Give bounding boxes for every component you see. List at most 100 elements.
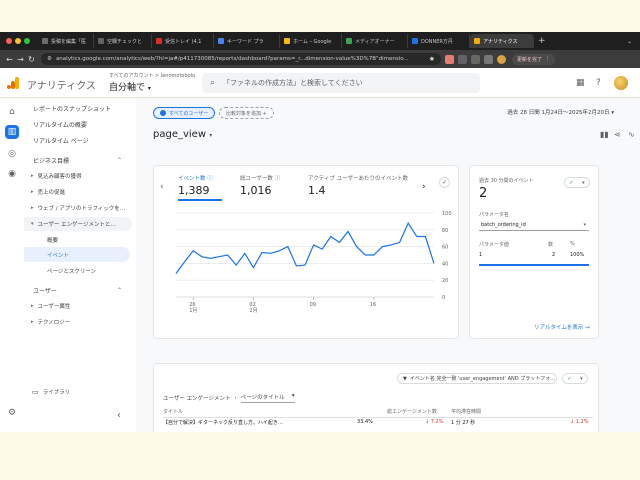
caret-down-icon: ▾ (31, 221, 34, 227)
apps-grid-icon[interactable]: ▦ (576, 78, 585, 88)
help-icon[interactable]: ? (596, 78, 601, 88)
report-nav: レポートのスナップショット リアルタイムの概要 リアルタイム ページ ビジネス目… (24, 99, 136, 432)
col-title[interactable]: タイトル (163, 408, 183, 415)
browser-tab[interactable]: ホーム – Google (280, 34, 342, 48)
nav-child-events[interactable]: イベント (24, 247, 130, 262)
settings-gear-icon[interactable]: ⚙ (5, 406, 19, 420)
share-icon[interactable]: ⋖ (614, 130, 621, 139)
segment-chip[interactable]: すべてのユーザー (153, 107, 216, 119)
minimize-window-button[interactable] (15, 38, 21, 44)
browser-tab[interactable]: メディアオーナー (342, 34, 408, 48)
y-tick-label: 80 (442, 228, 448, 234)
browser-tab[interactable]: 空欄チェックと (94, 34, 152, 48)
row-avg: 1 分 27 秒 (451, 420, 476, 426)
tab-search-icon[interactable]: ⌄ (627, 38, 632, 45)
chevron-down-icon: ▾ (147, 85, 151, 92)
col-avg-time[interactable]: 平均滞在時間 (451, 408, 481, 415)
reload-icon[interactable]: ↻ (26, 55, 37, 64)
home-icon[interactable]: ⌂ (5, 105, 19, 119)
realtime-card: 過去 30 分間のイベント 2 ✓ ▾ パラメータ名 batch_ordering… (469, 165, 599, 339)
bookmark-star-icon[interactable]: ★ (429, 55, 435, 63)
reports-icon[interactable]: ▥ (5, 125, 19, 139)
nav-section-label: ビジネス目標 (33, 157, 70, 165)
forward-icon[interactable]: → (15, 55, 26, 64)
tab-favicon-icon (218, 38, 224, 44)
filter-text: イベント名 完全一致 'user_engagement' AND プラットフォ… (409, 376, 556, 382)
extension-icon[interactable] (445, 54, 454, 64)
nav-snapshot[interactable]: レポートのスナップショット (33, 104, 111, 113)
nav-section-business[interactable]: ビジネス目標 ⌃ (24, 153, 132, 167)
analytics-logo-icon[interactable] (6, 76, 20, 90)
avatar[interactable] (614, 76, 628, 90)
search-input[interactable]: ⌕ 「ファネルの作成方法」と検索してください (202, 73, 480, 93)
sidepanel-icon[interactable] (484, 54, 493, 64)
collapse-nav-button[interactable]: ‹ (117, 410, 121, 421)
dimension-2-select[interactable]: ページのタイトル ▾ (240, 393, 295, 403)
nav-item-leads[interactable]: ▸ 見込み顧客の獲得 (24, 169, 132, 183)
table-check-badge[interactable]: ✓ ▾ (562, 373, 588, 384)
back-icon[interactable]: ← (4, 55, 15, 64)
nav-item-engagement[interactable]: ▾ ユーザー エンゲージメントと… (24, 217, 132, 231)
nav-section-users[interactable]: ユーザー ⌃ (24, 283, 132, 297)
nav-item-traffic[interactable]: ▸ ウェブ / アプリのトラフィックを… (24, 201, 132, 215)
download-icon[interactable] (471, 54, 480, 64)
new-tab-button[interactable]: + (538, 36, 546, 46)
browser-tab[interactable]: DONNER方丹 (408, 34, 470, 48)
y-tick-label: 60 (442, 245, 448, 251)
row-title[interactable]: 【自分で解決】ギターネック反り直し方。ハイ起き… (163, 419, 283, 426)
tab-favicon-icon (474, 38, 480, 44)
page-title[interactable]: page_view ▾ (153, 129, 212, 140)
nav-realtime-pages[interactable]: リアルタイム ページ (33, 136, 89, 145)
dimension-breadcrumb: ユーザー エンゲージメント › ページのタイトル ▾ (163, 393, 295, 403)
caret-right-icon: ▸ (31, 173, 34, 179)
view-realtime-link[interactable]: リアルタイムを表示 → (534, 323, 590, 331)
segment-icon (160, 110, 166, 116)
realtime-check-badge[interactable]: ✓ ▾ (564, 177, 590, 188)
dimension-1[interactable]: ユーザー エンゲージメント (163, 394, 231, 402)
nav-item-label: テクノロジー (37, 320, 71, 326)
site-info-icon[interactable]: ⚙ (47, 56, 52, 62)
nav-library[interactable]: ▭ ライブラリ (24, 385, 132, 399)
nav-child-pages[interactable]: ページとスクリーン (24, 263, 130, 278)
y-tick-label: 40 (442, 261, 448, 267)
account-breadcrumb[interactable]: すべてのアカウント > lenomotobolo (109, 72, 195, 79)
add-comparison-button[interactable]: 比較対象を追加 + (219, 107, 274, 119)
nav-item-label: ウェブ / アプリのトラフィックを… (37, 206, 126, 212)
nav-realtime-overview[interactable]: リアルタイムの概要 (33, 120, 87, 129)
percent-header: % (570, 241, 575, 247)
explore-icon[interactable]: ◎ (5, 147, 19, 161)
tab-label: アナリティクス (483, 38, 518, 45)
param-name-select[interactable]: batch_ordering_id ▾ (479, 219, 589, 231)
profile-avatar[interactable] (497, 54, 506, 64)
property-selector[interactable]: 自分軸で ▾ (109, 80, 151, 93)
realtime-share-bar (479, 264, 589, 266)
search-icon: ⌕ (210, 78, 216, 88)
date-range-picker[interactable]: 過去 28 日間 1月24日～2025年2月20日 ▾ (507, 108, 614, 116)
nav-child-overview[interactable]: 概要 (24, 232, 130, 247)
update-button[interactable]: 更新を完了 ⋮ (512, 53, 556, 65)
table-header: タイトル 総エンゲージメント数 平均滞在時間 (163, 408, 593, 418)
extensions-puzzle-icon[interactable] (458, 54, 467, 64)
nav-item-technology[interactable]: ▸ テクノロジー (24, 315, 132, 329)
realtime-value: 2 (479, 186, 488, 201)
browser-tab[interactable]: 受信トレイ (4,1 (152, 34, 214, 48)
folder-icon: ▭ (32, 388, 39, 396)
insights-icon[interactable]: ∿ (628, 130, 635, 139)
nav-item-demographics[interactable]: ▸ ユーザー属性 (24, 299, 132, 313)
filter-chip[interactable]: ▼ イベント名 完全一致 'user_engagement' AND プラットフォ… (397, 373, 557, 384)
table-row[interactable]: 【自分で解決】ギターネック反り直し方。ハイ起き… 33.4% ↓ 7.2% 1 … (163, 419, 593, 429)
tab-favicon-icon (346, 38, 352, 44)
tab-label: メディアオーナー (355, 38, 395, 45)
browser-tab[interactable]: 投稿を編集「医 (38, 34, 94, 48)
tab-favicon-icon (42, 38, 48, 44)
browser-tab[interactable]: キーワード プラ (214, 34, 280, 48)
advertising-icon[interactable]: ◉ (5, 167, 19, 181)
col-engagement[interactable]: 総エンゲージメント数 (387, 408, 437, 415)
customize-report-icon[interactable]: ▮▮ (600, 130, 609, 139)
x-tick-month-label: 1月 (189, 308, 197, 314)
browser-tab[interactable]: アナリティクス (470, 34, 534, 48)
close-window-button[interactable] (6, 38, 12, 44)
nav-item-sales[interactable]: ▸ 売上の促進 (24, 185, 132, 199)
maximize-window-button[interactable] (24, 38, 30, 44)
url-field[interactable]: ⚙ analytics.google.com/analytics/web/?hl… (41, 53, 441, 65)
